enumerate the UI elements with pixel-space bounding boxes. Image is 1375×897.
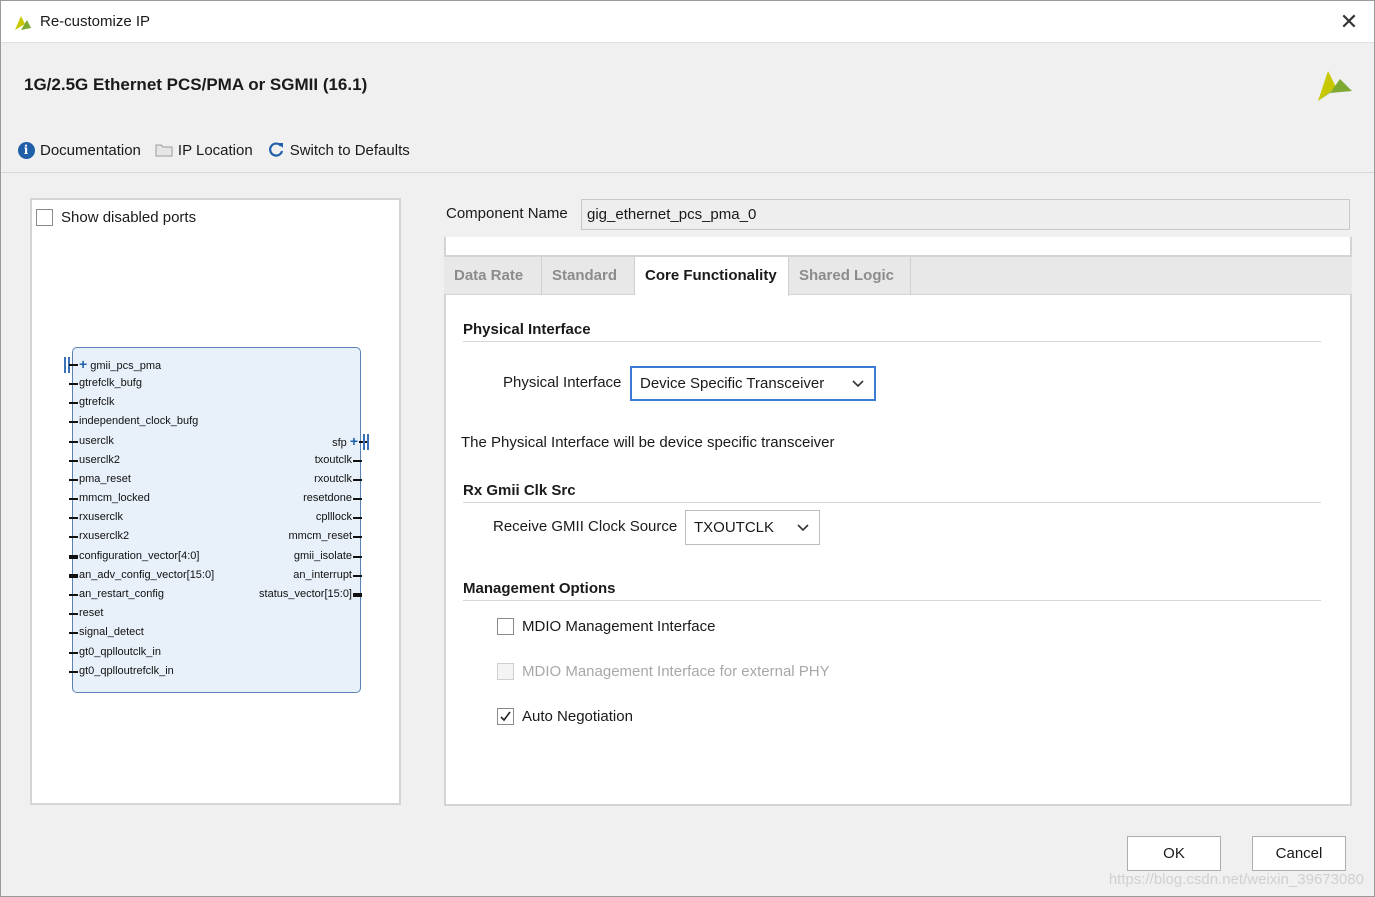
physical-interface-section-title: Physical Interface [463, 321, 591, 338]
input-port: gtrefclk [68, 393, 114, 412]
ip-toolbar: i Documentation IP Location Switch to De… [17, 139, 424, 161]
input-port: gtrefclk_bufg [69, 374, 142, 393]
title-bar: Re-customize IP ✕ [1, 1, 1374, 43]
input-port: gt0_qplloutclk_in [69, 643, 161, 662]
input-port: rxuserclk [68, 508, 123, 527]
close-icon[interactable]: ✕ [1334, 7, 1364, 37]
input-port: reset [68, 604, 103, 623]
checkbox-box[interactable] [497, 708, 514, 725]
section-divider [463, 600, 1321, 601]
tab-standard[interactable]: Standard [542, 257, 635, 295]
expand-plus-icon[interactable]: + [79, 356, 87, 372]
interface-sfp: sfp + [332, 432, 368, 451]
documentation-button[interactable]: i Documentation [17, 141, 141, 159]
show-disabled-ports-label: Show disabled ports [61, 209, 197, 226]
output-port: cplllock [316, 508, 363, 527]
vivado-logo-icon [15, 16, 31, 30]
ip-header: 1G/2.5G Ethernet PCS/PMA or SGMII (16.1)… [1, 43, 1374, 173]
output-port: gmii_isolate [294, 547, 363, 566]
switch-to-defaults-button[interactable]: Switch to Defaults [267, 141, 410, 159]
input-port: gt0_qplloutrefclk_in [69, 662, 174, 681]
rx-gmii-clock-source-label: Receive GMII Clock Source [493, 518, 678, 535]
rx-gmii-section-title: Rx Gmii Clk Src [463, 482, 576, 499]
mdio-external-phy-label: MDIO Management Interface for external P… [522, 663, 830, 680]
input-port: an_restart_config [69, 585, 164, 604]
dialog-window: Re-customize IP ✕ 1G/2.5G Ethernet PCS/P… [0, 0, 1375, 897]
auto-negotiation-label: Auto Negotiation [522, 708, 633, 725]
folder-icon [155, 141, 173, 159]
xilinx-brand-icon [1318, 71, 1352, 101]
input-port: rxuserclk2 [68, 527, 129, 546]
tab-strip: Data Rate Standard Core Functionality Sh… [444, 255, 1352, 296]
interface-label: gmii_pcs_pma [90, 360, 162, 372]
input-port: pma_reset [69, 470, 131, 489]
output-port: status_vector[15:0] [259, 585, 362, 604]
input-port: userclk [69, 432, 114, 451]
documentation-label: Documentation [40, 141, 141, 159]
checkbox-box[interactable] [497, 618, 514, 635]
output-port: mmcm_reset [288, 527, 362, 546]
rx-gmii-clock-source-select[interactable]: TXOUTCLK [685, 510, 820, 545]
tab-data-rate[interactable]: Data Rate [444, 257, 542, 295]
input-port: mmcm_locked [69, 489, 150, 508]
mdio-management-label: MDIO Management Interface [522, 618, 716, 635]
window-title: Re-customize IP [40, 13, 151, 30]
output-port: txoutclk [315, 451, 363, 470]
output-port: rxoutclk [314, 470, 362, 489]
input-port: independent_clock_bufg [68, 412, 198, 431]
show-disabled-ports-checkbox[interactable]: Show disabled ports [36, 209, 196, 226]
management-options-section-title: Management Options [463, 580, 616, 597]
physical-interface-label: Physical Interface [503, 374, 622, 391]
mdio-management-checkbox[interactable]: MDIO Management Interface [497, 618, 715, 635]
interface-gmii-pcs-pma: + gmii_pcs_pma [68, 355, 162, 374]
section-divider [463, 341, 1321, 342]
input-port: configuration_vector[4:0] [68, 547, 199, 566]
ok-button[interactable]: OK [1127, 836, 1221, 871]
tab-shared-logic[interactable]: Shared Logic [789, 257, 911, 295]
ip-location-label: IP Location [177, 141, 253, 159]
physical-interface-value: Device Specific Transceiver [640, 375, 825, 392]
refresh-icon [267, 141, 285, 159]
input-port: userclk2 [69, 451, 120, 470]
component-name-field[interactable]: gig_ethernet_pcs_pma_0 [581, 199, 1350, 230]
checkbox-box[interactable] [36, 209, 53, 226]
ip-title: 1G/2.5G Ethernet PCS/PMA or SGMII (16.1) [24, 75, 368, 94]
component-name-label: Component Name [446, 205, 568, 222]
input-port: signal_detect [69, 623, 144, 642]
ip-block-symbol: + gmii_pcs_pma gtrefclk_bufg gtrefclk in… [64, 347, 369, 693]
rx-gmii-clock-source-value: TXOUTCLK [694, 519, 775, 536]
chevron-down-icon [852, 368, 864, 410]
tab-core-functionality[interactable]: Core Functionality [635, 257, 789, 296]
checkmark-icon [500, 711, 511, 722]
chevron-down-icon [797, 511, 809, 556]
physical-interface-description: The Physical Interface will be device sp… [461, 434, 835, 451]
info-icon: i [17, 141, 35, 159]
watermark: https://blog.csdn.net/weixin_39673080 [1108, 871, 1364, 888]
mdio-external-phy-checkbox: MDIO Management Interface for external P… [497, 663, 830, 680]
output-port: resetdone [303, 489, 362, 508]
switch-to-defaults-label: Switch to Defaults [289, 141, 410, 159]
interface-connector-icon [363, 434, 369, 450]
output-port: an_interrupt [293, 566, 362, 585]
ip-location-button[interactable]: IP Location [155, 141, 253, 159]
input-port: an_adv_config_vector[15:0] [68, 566, 214, 585]
auto-negotiation-checkbox[interactable]: Auto Negotiation [497, 708, 633, 725]
section-divider [463, 502, 1321, 503]
physical-interface-select[interactable]: Device Specific Transceiver [630, 366, 876, 401]
symbol-panel: Show disabled ports + gmii_pcs_pma gtref… [30, 198, 401, 805]
cancel-button[interactable]: Cancel [1252, 836, 1346, 871]
interface-label: sfp [332, 437, 347, 449]
expand-plus-icon[interactable]: + [350, 433, 358, 449]
checkbox-box [497, 663, 514, 680]
